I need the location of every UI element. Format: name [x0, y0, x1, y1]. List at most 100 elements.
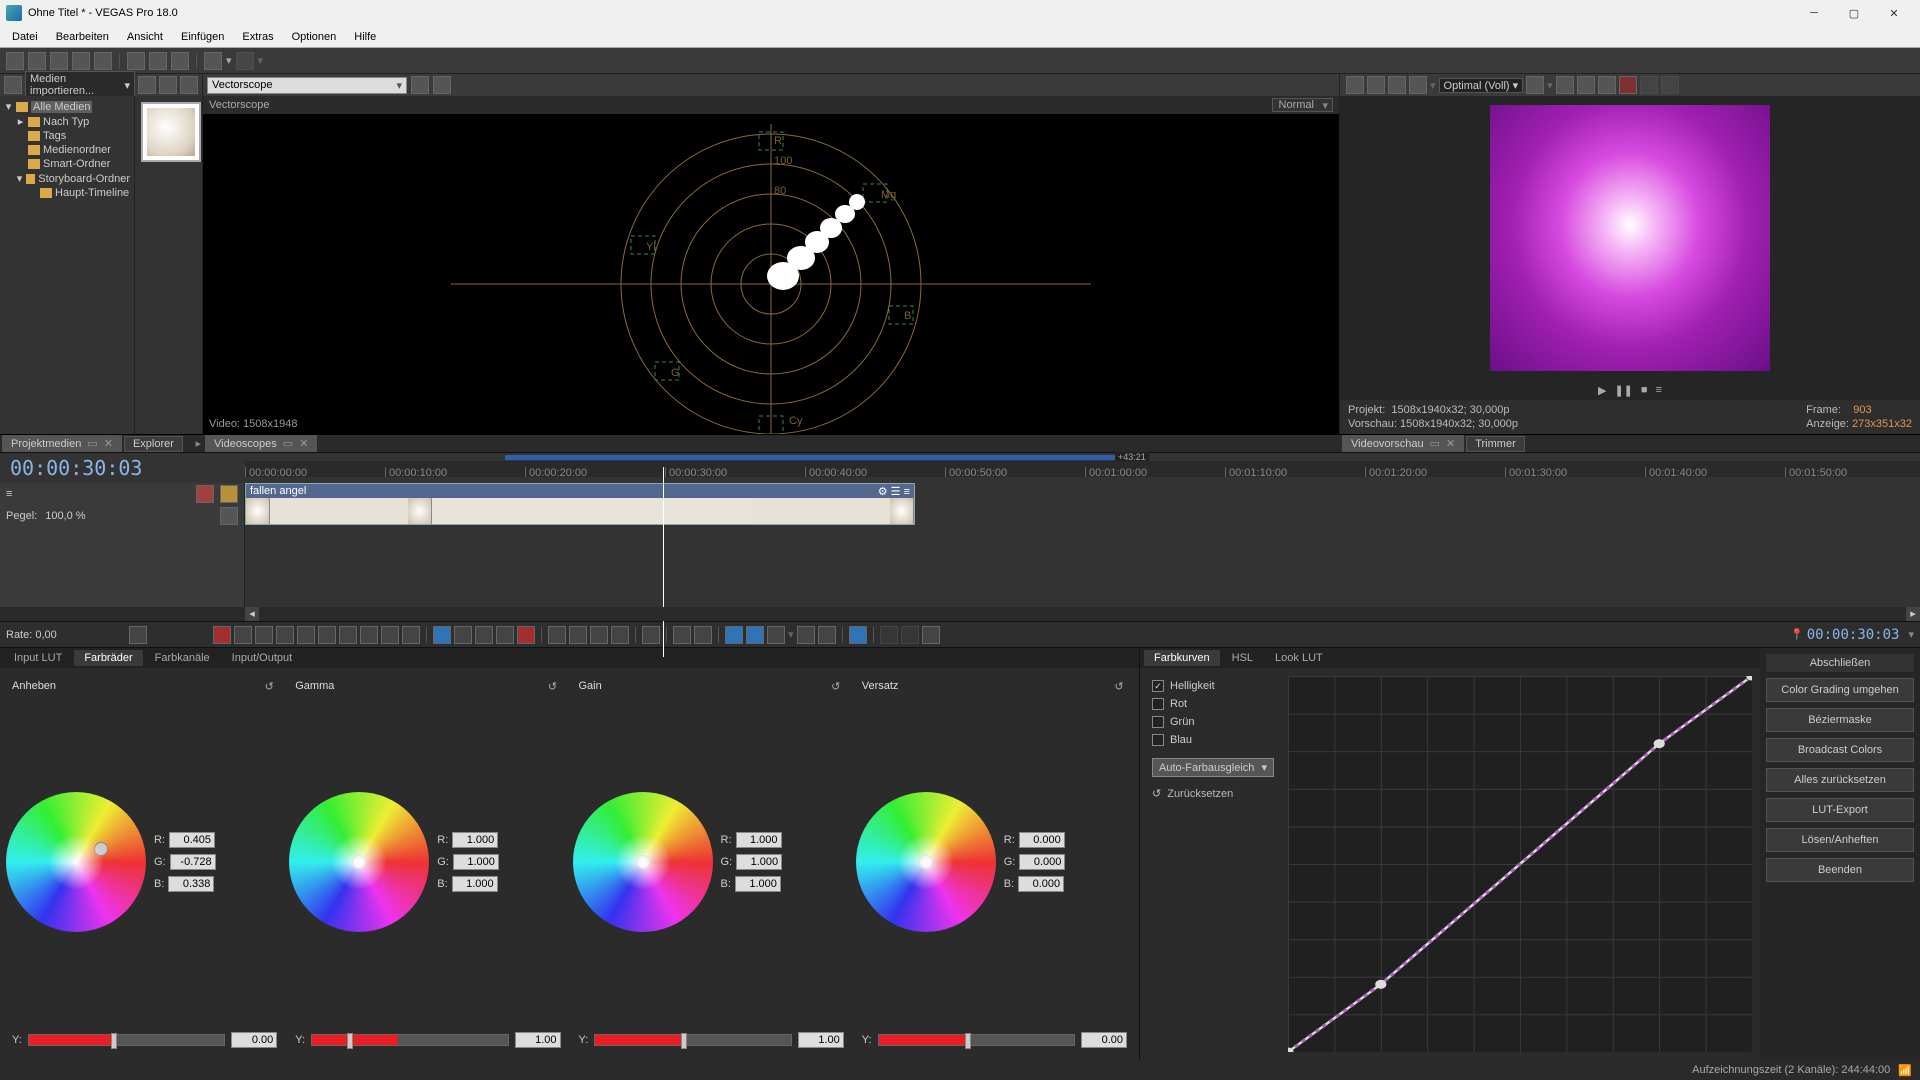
- goto-end-button[interactable]: [360, 626, 378, 644]
- preview-settings-icon[interactable]: [1346, 76, 1364, 94]
- tab-projektmedien[interactable]: Projektmedien▭✕: [2, 435, 122, 452]
- track-automation-icon[interactable]: [220, 485, 238, 503]
- check-helligkeit[interactable]: ✓Helligkeit: [1152, 680, 1274, 692]
- properties-icon[interactable]: [94, 52, 112, 70]
- tree-storyboard[interactable]: Storyboard-Ordner: [38, 173, 130, 185]
- lock-button[interactable]: [642, 626, 660, 644]
- trim-start-button[interactable]: [548, 626, 566, 644]
- tab-look-lut[interactable]: Look LUT: [1265, 650, 1333, 666]
- close-button[interactable]: ✕: [1874, 0, 1914, 26]
- media-tool-3-icon[interactable]: [180, 76, 198, 94]
- r-value[interactable]: 0.405: [169, 832, 215, 848]
- track-body[interactable]: fallen angel⚙ ☰ ≡: [245, 483, 1920, 607]
- tab-farbkurven[interactable]: Farbkurven: [1144, 650, 1220, 666]
- loop-play-button[interactable]: [234, 626, 252, 644]
- b-value[interactable]: 0.338: [168, 876, 214, 892]
- media-tree[interactable]: ▾Alle Medien ▸Nach Typ Tags Medienordner…: [0, 96, 135, 434]
- render-icon[interactable]: [72, 52, 90, 70]
- cg-bypass-button[interactable]: Color Grading umgehen: [1766, 678, 1914, 702]
- media-tool-1-icon[interactable]: [138, 76, 156, 94]
- b-value[interactable]: 1.000: [735, 876, 781, 892]
- tree-main-timeline[interactable]: Haupt-Timeline: [55, 187, 129, 199]
- tab-input-output[interactable]: Input/Output: [222, 650, 303, 666]
- preview-quality-dropdown[interactable]: Optimal (Voll) ▾: [1439, 78, 1524, 93]
- zoom-tool[interactable]: [475, 626, 493, 644]
- tab-restore-icon[interactable]: ▭: [283, 438, 293, 450]
- cg-detach-button[interactable]: Lösen/Anheften: [1766, 828, 1914, 852]
- cg-beziermask-button[interactable]: Bézier­maske: [1766, 708, 1914, 732]
- cg-broadcast-button[interactable]: Broadcast Colors: [1766, 738, 1914, 762]
- preview-menu-icon[interactable]: ≡: [1656, 384, 1662, 396]
- tab-input-lut[interactable]: Input LUT: [4, 650, 72, 666]
- tree-smartfolder[interactable]: Smart-Ordner: [43, 158, 110, 170]
- status-meter-icon[interactable]: 📶: [1898, 1064, 1912, 1077]
- split-button[interactable]: [590, 626, 608, 644]
- scope-type-dropdown[interactable]: Vectorscope ▾: [207, 77, 407, 94]
- tab-videoscopes[interactable]: Videoscopes▭✕: [205, 435, 317, 452]
- tab-hsl[interactable]: HSL: [1222, 650, 1263, 666]
- scope-settings-icon[interactable]: [411, 76, 429, 94]
- y-value[interactable]: 0.00: [231, 1032, 277, 1048]
- tabs-scroll-icon[interactable]: ▸: [195, 437, 201, 450]
- scroll-right-icon[interactable]: ▸: [1906, 607, 1920, 621]
- b-value[interactable]: 1.000: [452, 876, 498, 892]
- what-tool-button[interactable]: [922, 626, 940, 644]
- y-slider[interactable]: [594, 1034, 791, 1046]
- tab-close-icon[interactable]: ✕: [104, 438, 113, 450]
- tree-all-media[interactable]: Alle Medien: [31, 101, 92, 113]
- preview-split-icon[interactable]: [1409, 76, 1427, 94]
- tree-tags[interactable]: Tags: [43, 130, 66, 142]
- zoom-selection-button[interactable]: [611, 626, 629, 644]
- color-wheel[interactable]: [6, 792, 146, 932]
- play-from-start-button[interactable]: [255, 626, 273, 644]
- goto-start-button[interactable]: [339, 626, 357, 644]
- envelope-tool[interactable]: [496, 626, 514, 644]
- timecode-mode-icon[interactable]: ▾: [1908, 628, 1914, 641]
- preview-save-icon[interactable]: [1598, 76, 1616, 94]
- tab-close-icon[interactable]: ✕: [299, 438, 308, 450]
- tab-explorer[interactable]: Explorer: [124, 436, 183, 452]
- cut-icon[interactable]: [127, 52, 145, 70]
- cg-close-button[interactable]: Beenden: [1766, 858, 1914, 882]
- g-value[interactable]: 0.000: [1019, 854, 1065, 870]
- preview-grid-icon[interactable]: [1526, 76, 1544, 94]
- r-value[interactable]: 1.000: [736, 832, 782, 848]
- paste-icon[interactable]: [171, 52, 189, 70]
- r-value[interactable]: 0.000: [1019, 832, 1065, 848]
- tab-close-icon[interactable]: ✕: [1446, 438, 1455, 450]
- loop-region[interactable]: [505, 455, 1115, 460]
- scope-layout-icon[interactable]: [433, 76, 451, 94]
- g-value[interactable]: 1.000: [736, 854, 782, 870]
- track-motion-icon[interactable]: [220, 507, 238, 525]
- g-value[interactable]: 1.000: [453, 854, 499, 870]
- curve-editor[interactable]: [1288, 676, 1752, 1052]
- marker-button[interactable]: [673, 626, 691, 644]
- selection-tool[interactable]: [454, 626, 472, 644]
- cursor-timecode[interactable]: 00:00:30:03: [1807, 627, 1900, 643]
- normal-edit-tool[interactable]: [433, 626, 451, 644]
- copy-icon[interactable]: [149, 52, 167, 70]
- wheel-reset-icon[interactable]: ↺: [1111, 678, 1127, 694]
- stop-button[interactable]: [318, 626, 336, 644]
- next-frame-button[interactable]: [402, 626, 420, 644]
- track-fx-icon[interactable]: [196, 485, 214, 503]
- auto-color-balance-button[interactable]: Auto-Farbausgleich ▾: [1152, 758, 1274, 777]
- save-icon[interactable]: [50, 52, 68, 70]
- auto-ripple-button[interactable]: [767, 626, 785, 644]
- menu-hilfe[interactable]: Hilfe: [346, 29, 384, 45]
- preview-external-icon[interactable]: [1367, 76, 1385, 94]
- prev-frame-button[interactable]: [381, 626, 399, 644]
- trim-end-button[interactable]: [569, 626, 587, 644]
- preview-fx-icon[interactable]: [1388, 76, 1406, 94]
- menu-datei[interactable]: Datei: [4, 29, 46, 45]
- tab-farbkanaele[interactable]: Farbkanäle: [145, 650, 220, 666]
- tab-videovorschau[interactable]: Videovorschau▭✕: [1342, 435, 1464, 452]
- quantize-button[interactable]: [746, 626, 764, 644]
- menu-extras[interactable]: Extras: [234, 29, 281, 45]
- cg-reset-all-button[interactable]: Alles zurücksetzen: [1766, 768, 1914, 792]
- media-view-icon[interactable]: [4, 76, 22, 94]
- wheel-reset-icon[interactable]: ↺: [545, 678, 561, 694]
- undo-icon[interactable]: [204, 52, 222, 70]
- media-thumbnail[interactable]: [141, 102, 201, 162]
- y-value[interactable]: 1.00: [798, 1032, 844, 1048]
